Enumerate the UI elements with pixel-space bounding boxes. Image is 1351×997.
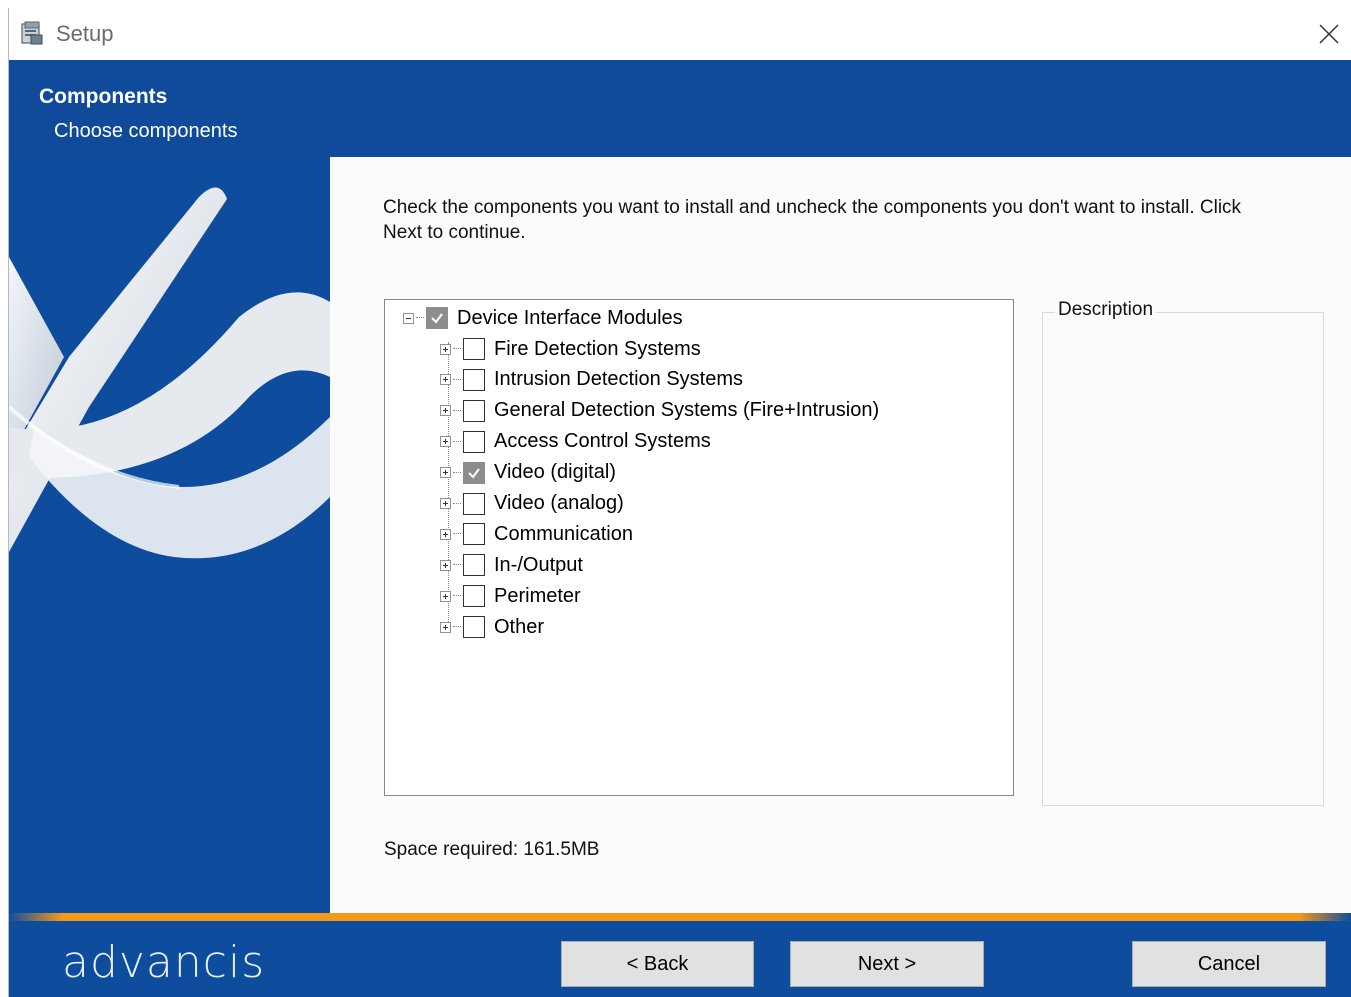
collapse-icon[interactable] bbox=[403, 312, 414, 324]
tree-item[interactable]: Video (analog) bbox=[440, 490, 624, 518]
tree-item-label: Access Control Systems bbox=[494, 430, 711, 453]
setup-window: Setup Components Choose components Check… bbox=[8, 8, 1351, 997]
tree-dots bbox=[416, 317, 424, 319]
tree-item[interactable]: Communication bbox=[440, 520, 633, 548]
item-checkbox[interactable] bbox=[463, 338, 485, 360]
description-label: Description bbox=[1055, 299, 1157, 321]
item-checkbox[interactable] bbox=[463, 492, 485, 515]
header-banner: Components Choose components bbox=[9, 60, 1351, 157]
tree-dots bbox=[453, 471, 461, 474]
expand-icon[interactable] bbox=[440, 498, 451, 509]
expand-icon[interactable] bbox=[440, 343, 451, 355]
components-tree[interactable]: Device Interface Modules Fire Detection … bbox=[384, 299, 1014, 796]
expand-icon[interactable] bbox=[440, 528, 451, 540]
side-graphic-panel bbox=[9, 157, 330, 913]
tree-dots bbox=[453, 502, 461, 505]
expand-icon[interactable] bbox=[440, 621, 451, 633]
content-area: Check the components you want to install… bbox=[331, 157, 1351, 913]
space-required: Space required: 161.5MB bbox=[384, 839, 600, 860]
expand-icon[interactable] bbox=[440, 374, 451, 386]
tree-dots bbox=[453, 626, 461, 628]
item-checkbox[interactable] bbox=[463, 430, 485, 453]
expand-icon[interactable] bbox=[440, 467, 451, 479]
tree-root-item[interactable]: Device Interface Modules bbox=[403, 304, 683, 332]
brand-logo: advancis bbox=[62, 937, 266, 988]
checkmark-icon bbox=[431, 313, 443, 324]
item-checkbox[interactable] bbox=[463, 523, 485, 546]
instructions-text: Check the components you want to install… bbox=[383, 197, 1242, 243]
close-icon bbox=[1319, 24, 1339, 44]
setup-app-icon bbox=[21, 21, 43, 45]
cancel-button[interactable]: Cancel bbox=[1132, 941, 1326, 987]
item-checkbox[interactable] bbox=[463, 461, 485, 484]
footer-bar: advancis < Back Next > Cancel bbox=[9, 913, 1351, 997]
tree-item-label: Communication bbox=[494, 522, 633, 545]
description-group: Description bbox=[1042, 299, 1324, 806]
checkmark-icon bbox=[468, 467, 480, 479]
close-button[interactable] bbox=[1306, 8, 1351, 60]
tree-dots bbox=[453, 595, 461, 597]
expand-icon[interactable] bbox=[440, 559, 451, 571]
tree-item[interactable]: Access Control Systems bbox=[440, 428, 711, 456]
tree-item-label: Intrusion Detection Systems bbox=[494, 368, 743, 391]
tree-item-label: General Detection Systems (Fire+Intrusio… bbox=[494, 399, 880, 422]
tree-item-label: Perimeter bbox=[494, 584, 581, 607]
tree-item[interactable]: Intrusion Detection Systems bbox=[440, 366, 743, 394]
tree-item[interactable]: Other bbox=[440, 613, 544, 641]
accent-bar bbox=[9, 913, 1351, 921]
tree-dots bbox=[453, 409, 461, 412]
page-title: Components bbox=[39, 85, 168, 108]
item-checkbox[interactable] bbox=[463, 554, 485, 577]
page-subtitle: Choose components bbox=[54, 120, 238, 142]
expand-icon[interactable] bbox=[440, 405, 451, 417]
item-checkbox[interactable] bbox=[463, 368, 485, 391]
window-title: Setup bbox=[56, 21, 114, 46]
item-checkbox[interactable] bbox=[463, 585, 485, 608]
tree-item[interactable]: Video (digital) bbox=[440, 459, 616, 487]
tree-item-label: Other bbox=[494, 615, 545, 638]
tree-item[interactable]: Perimeter bbox=[440, 582, 581, 610]
tree-item-label: Video (digital) bbox=[494, 461, 616, 484]
back-button[interactable]: < Back bbox=[561, 941, 754, 987]
tree-item-label: Video (analog) bbox=[494, 492, 624, 514]
tree-item-label: In-/Output bbox=[494, 553, 583, 576]
root-checkbox[interactable] bbox=[426, 307, 448, 329]
tree-item-label: Fire Detection Systems bbox=[494, 337, 701, 360]
tree-item[interactable]: General Detection Systems (Fire+Intrusio… bbox=[440, 397, 879, 425]
tree-item[interactable]: In-/Output bbox=[440, 551, 583, 579]
tree-dots bbox=[453, 348, 461, 350]
tree-dots bbox=[453, 440, 461, 443]
expand-icon[interactable] bbox=[440, 590, 451, 602]
tree-item[interactable]: Fire Detection Systems bbox=[440, 335, 701, 363]
expand-icon[interactable] bbox=[440, 436, 451, 448]
tree-dots bbox=[453, 378, 461, 381]
item-checkbox[interactable] bbox=[463, 616, 485, 639]
tree-root-label: Device Interface Modules bbox=[457, 306, 683, 329]
x3-logo-graphic bbox=[9, 187, 330, 559]
next-button[interactable]: Next > bbox=[790, 941, 984, 987]
tree-dots bbox=[453, 564, 461, 566]
tree-dots bbox=[453, 533, 461, 535]
title-bar: Setup bbox=[9, 8, 1351, 60]
item-checkbox[interactable] bbox=[463, 399, 485, 422]
